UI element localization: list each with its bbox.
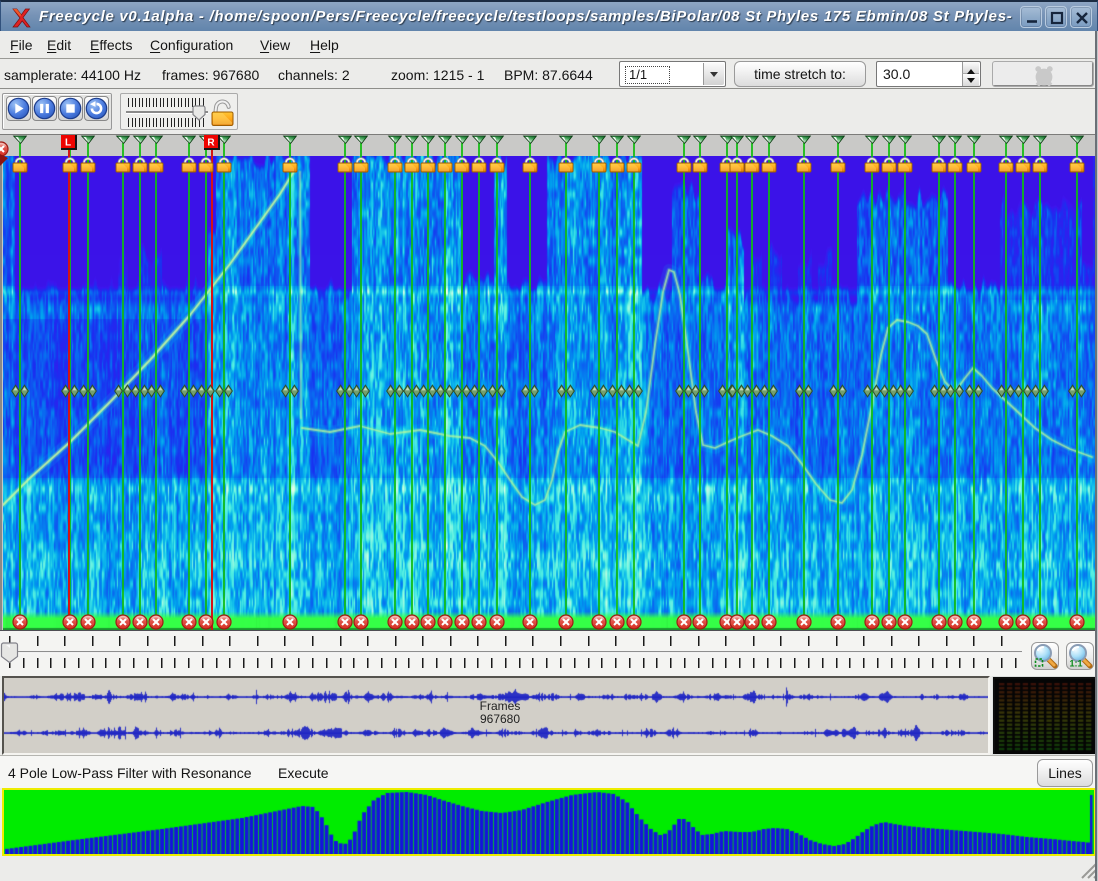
svg-text:R: R xyxy=(207,138,215,149)
svg-text:1:1: 1:1 xyxy=(1070,659,1083,669)
svg-text:L: L xyxy=(65,138,71,149)
